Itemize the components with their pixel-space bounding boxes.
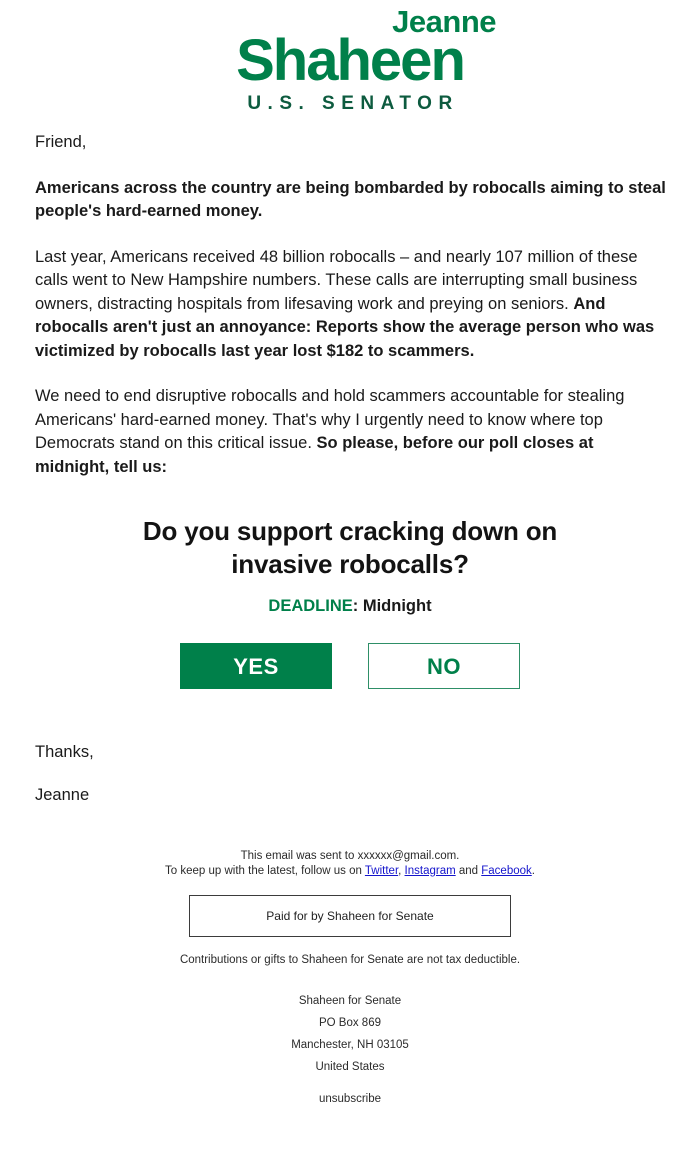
facebook-link[interactable]: Facebook [481, 865, 532, 877]
instagram-link[interactable]: Instagram [405, 865, 456, 877]
message-body: Friend, Americans across the country are… [0, 115, 700, 479]
email-footer: This email was sent to xxxxxx@gmail.com.… [0, 849, 700, 1107]
footer-recipient-line: This email was sent to xxxxxx@gmail.com.… [60, 849, 640, 879]
twitter-link[interactable]: Twitter [365, 865, 398, 877]
sent-to-prefix: This email was sent to [240, 850, 358, 862]
deadline-value: : Midnight [352, 597, 432, 615]
statistics-paragraph: Last year, Americans received 48 billion… [35, 246, 668, 364]
logo-inner: Jeanne Shaheen U.S. SENATOR [200, 6, 500, 115]
paid-for-text: Paid for by Shaheen for Senate [266, 909, 434, 923]
email-body: Jeanne Shaheen U.S. SENATOR Friend, Amer… [0, 0, 700, 1107]
follow-prefix: To keep up with the latest, follow us on [165, 865, 365, 877]
address-line-country: United States [315, 1061, 385, 1073]
poll-yes-button[interactable]: YES [180, 643, 332, 689]
mailing-address: Shaheen for Senate PO Box 869 Manchester… [60, 990, 640, 1078]
lead-bold-paragraph: Americans across the country are being b… [35, 177, 668, 224]
poll-no-button[interactable]: NO [368, 643, 520, 689]
poll-deadline: DEADLINE: Midnight [40, 595, 660, 617]
paid-for-disclaimer-box: Paid for by Shaheen for Senate [189, 895, 511, 937]
sent-to-suffix: . [456, 850, 460, 862]
poll-button-group: YES NO [40, 643, 660, 689]
poll-section: Do you support cracking down on invasive… [0, 499, 700, 689]
unsubscribe-link[interactable]: unsubscribe [319, 1092, 381, 1107]
statistics-plain-text: Last year, Americans received 48 billion… [35, 247, 638, 313]
logo-last-name: Shaheen [236, 28, 466, 93]
greeting-line: Friend, [35, 133, 87, 151]
address-line-street: PO Box 869 [318, 1017, 381, 1029]
lead-bold-text: Americans across the country are being b… [35, 178, 666, 221]
logo-office-title: U.S. SENATOR [247, 93, 459, 114]
signoff-closing: Thanks, [35, 743, 94, 761]
follow-sep-2: and [455, 865, 482, 877]
signoff-name: Jeanne [35, 786, 90, 804]
address-line-city: Manchester, NH 03105 [291, 1039, 409, 1051]
call-to-action-paragraph: We need to end disruptive robocalls and … [35, 385, 668, 479]
tax-disclaimer: Contributions or gifts to Shaheen for Se… [179, 954, 521, 966]
signoff-section: Thanks, Jeanne [0, 689, 700, 807]
address-line-org: Shaheen for Senate [298, 995, 402, 1007]
recipient-email: xxxxxx@gmail.com [357, 850, 457, 862]
follow-suffix: . [531, 865, 535, 877]
deadline-label: DEADLINE [268, 597, 353, 615]
campaign-logo: Jeanne Shaheen U.S. SENATOR [0, 0, 700, 115]
poll-question: Do you support cracking down on invasive… [142, 516, 558, 579]
